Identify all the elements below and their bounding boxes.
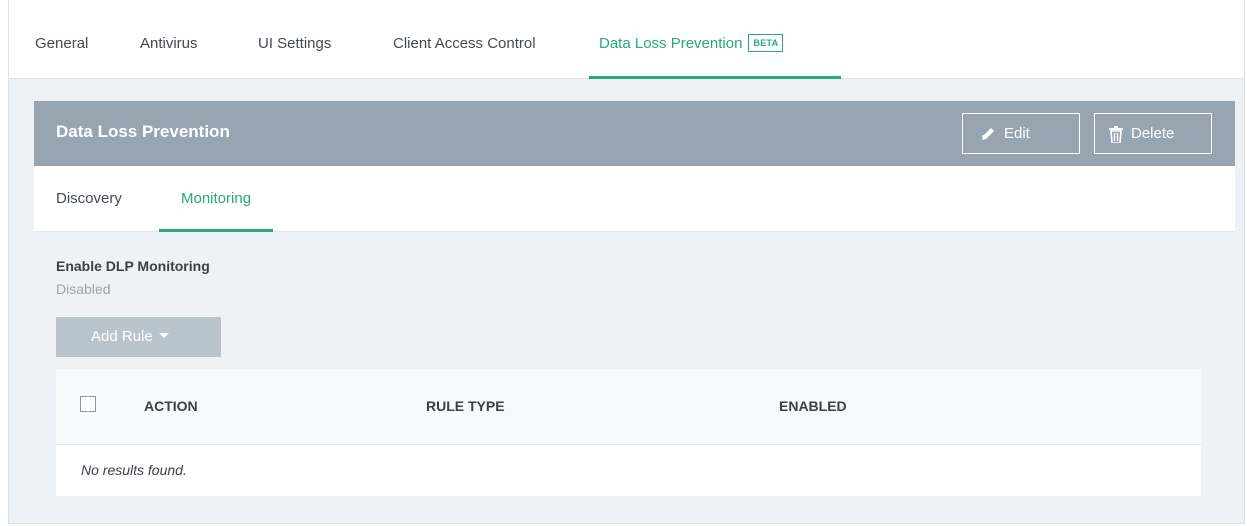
tab-client-access-control[interactable]: Client Access Control bbox=[393, 0, 536, 79]
table-header: ACTION RULE TYPE ENABLED bbox=[56, 369, 1201, 445]
tab-data-loss-prevention[interactable]: Data Loss Prevention BETA bbox=[589, 0, 841, 79]
rules-table: ACTION RULE TYPE ENABLED No results foun… bbox=[56, 369, 1201, 496]
column-header-action[interactable]: ACTION bbox=[144, 398, 198, 414]
caret-down-icon bbox=[158, 333, 169, 338]
tab-data-loss-prevention-label: Data Loss Prevention bbox=[599, 35, 743, 52]
sub-tab-bar: Discovery Monitoring bbox=[34, 166, 1235, 232]
dlp-panel: Data Loss Prevention Edit Delete Discove… bbox=[34, 101, 1235, 503]
tab-general[interactable]: General bbox=[35, 0, 88, 79]
empty-results-message: No results found. bbox=[81, 462, 187, 478]
edit-button[interactable]: Edit bbox=[962, 113, 1080, 154]
delete-label: Delete bbox=[1131, 125, 1175, 142]
top-tab-bar: General Antivirus UI Settings Client Acc… bbox=[9, 0, 1244, 79]
trash-icon bbox=[1109, 125, 1123, 143]
edit-pen-icon bbox=[980, 126, 996, 142]
table-body: No results found. bbox=[56, 445, 1201, 496]
add-rule-button[interactable]: Add Rule bbox=[56, 317, 221, 357]
beta-badge: BETA bbox=[748, 34, 784, 52]
add-rule-label: Add Rule bbox=[91, 328, 153, 345]
enable-dlp-monitoring-value: Disabled bbox=[56, 281, 111, 297]
tab-discovery[interactable]: Discovery bbox=[56, 166, 122, 232]
enable-dlp-monitoring-label: Enable DLP Monitoring bbox=[56, 258, 210, 274]
edit-label: Edit bbox=[1004, 125, 1030, 142]
panel-header: Data Loss Prevention Edit Delete bbox=[34, 101, 1235, 166]
tab-ui-settings[interactable]: UI Settings bbox=[258, 0, 331, 79]
tab-antivirus[interactable]: Antivirus bbox=[140, 0, 198, 79]
profile-window: General Antivirus UI Settings Client Acc… bbox=[8, 0, 1245, 524]
column-header-rule-type[interactable]: RULE TYPE bbox=[426, 398, 505, 414]
tab-monitoring[interactable]: Monitoring bbox=[159, 166, 274, 232]
delete-button[interactable]: Delete bbox=[1094, 113, 1212, 154]
column-header-enabled[interactable]: ENABLED bbox=[779, 398, 847, 414]
panel-title: Data Loss Prevention bbox=[56, 122, 230, 141]
select-all-checkbox[interactable] bbox=[80, 396, 96, 412]
